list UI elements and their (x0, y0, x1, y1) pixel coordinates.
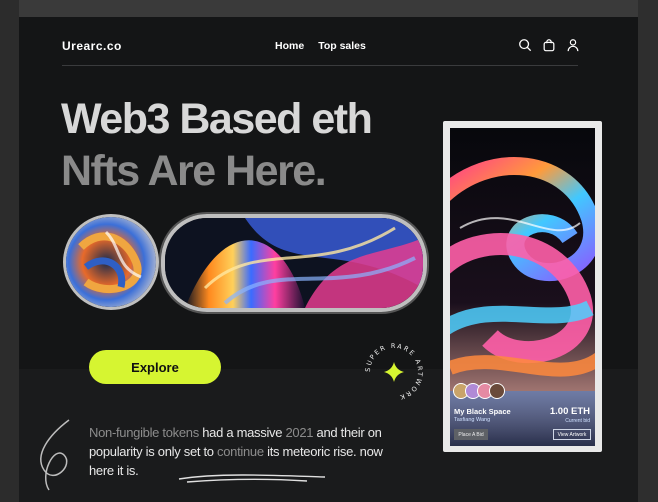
main-nav: Home Top sales (275, 40, 366, 52)
nav-home[interactable]: Home (275, 40, 304, 52)
bag-icon[interactable] (542, 38, 556, 52)
underline-scribble (178, 474, 326, 483)
avatar[interactable] (489, 383, 505, 399)
artist-name: Tasfiang Wang (454, 417, 491, 423)
circle-artwork (63, 214, 159, 310)
hero-headline: Web3 Based eth Nfts Are Here. (61, 93, 373, 197)
hero-line-2: Nfts Are Here. (61, 147, 327, 195)
place-bid-button[interactable]: Place A Bid (454, 429, 488, 440)
right-margin (638, 0, 658, 502)
price-caption: Current bid (565, 418, 590, 424)
hero-line-1: Web3 Based eth (61, 95, 373, 143)
header-icons (518, 38, 580, 52)
user-icon[interactable] (566, 38, 580, 52)
scribble-decoration (40, 419, 70, 491)
owner-avatars (453, 383, 505, 399)
artwork-title: My Black Space (454, 407, 511, 416)
brand-logo[interactable]: Urearc.co (62, 39, 122, 53)
nft-card[interactable]: My Black Space Tasfiang Wang 1.00 ETH Cu… (443, 121, 602, 452)
explore-button[interactable]: Explore (89, 350, 221, 384)
artwork-price: 1.00 ETH (549, 406, 590, 417)
nav-top-sales[interactable]: Top sales (318, 40, 366, 52)
landing-page: Urearc.co Home Top sales Web3 Based eth … (19, 17, 638, 502)
search-icon[interactable] (518, 38, 532, 52)
header-divider (62, 65, 578, 66)
super-rare-badge: SUPER RARE ARTWORK (364, 342, 423, 402)
pill-artwork (161, 214, 427, 312)
view-artwork-button[interactable]: View Artwork (553, 429, 591, 440)
left-margin (0, 0, 19, 502)
